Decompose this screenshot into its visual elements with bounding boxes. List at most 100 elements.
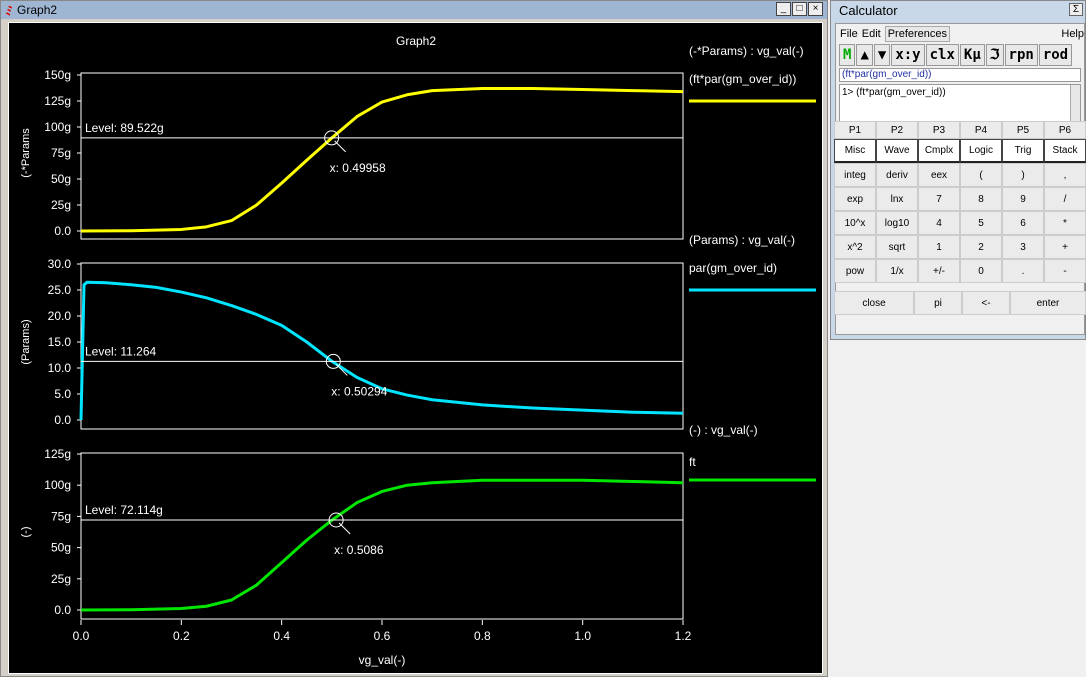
y-tick-label: 0.0 [54, 413, 71, 427]
menu-file[interactable]: File [840, 28, 858, 40]
y-tick-label: 125g [44, 447, 71, 461]
calc-key-[interactable]: <- [962, 291, 1010, 315]
series-line [80, 87, 684, 233]
calc-key-close[interactable]: close [834, 291, 914, 315]
bottom-keys: close pi <- enter [834, 291, 1086, 315]
calc-key[interactable]: 10^x [834, 211, 876, 235]
series-line [79, 280, 684, 421]
toolbar-button[interactable]: x:y [891, 44, 925, 66]
toolbar-button[interactable]: Kμ [959, 44, 985, 66]
panel-title: (Params) : vg_val(-) [689, 233, 795, 247]
legend-label: par(gm_over_id) [689, 261, 777, 275]
calc-key[interactable]: P3 [918, 121, 960, 139]
calc-key[interactable]: P4 [960, 121, 1002, 139]
menu-help[interactable]: Help [1061, 28, 1084, 40]
calc-key[interactable]: 6 [1002, 211, 1044, 235]
calc-key[interactable]: P6 [1044, 121, 1086, 139]
x-tick-label: 0.2 [173, 629, 190, 643]
legend-label: (ft*par(gm_over_id)) [689, 72, 796, 86]
calc-key[interactable]: + [1044, 235, 1086, 259]
menu-bar: File Edit Preferences Help [836, 24, 1084, 44]
toolbar-button[interactable]: ℑ [985, 44, 1004, 66]
calculator-close-button[interactable]: Σ [1068, 3, 1083, 16]
graph-title: Graph2 [396, 34, 436, 48]
y-tick-label: 5.0 [54, 387, 71, 401]
calc-key[interactable]: ) [1002, 163, 1044, 187]
expression-input[interactable]: (ft*par(gm_over_id)) [839, 68, 1081, 82]
x-tick-label: 1.0 [574, 629, 591, 643]
calc-key[interactable]: 1 [918, 235, 960, 259]
y-axis-label: (-) [20, 527, 32, 538]
y-tick-label: 30.0 [48, 257, 72, 271]
calc-key[interactable]: +/- [918, 259, 960, 283]
calc-key[interactable]: Wave [876, 139, 918, 163]
toolbar-button[interactable]: clx [925, 44, 959, 66]
calc-key[interactable]: exp [834, 187, 876, 211]
key-grid: P1 P2 P3 P4 P5 P6 Misc Wave Cmplx Logic Trig Stack i… [834, 121, 1086, 283]
calc-key-pi[interactable]: pi [914, 291, 962, 315]
calc-key[interactable]: . [1002, 259, 1044, 283]
level-label: Level: 72.114g [85, 503, 163, 517]
calc-key[interactable]: Trig [1002, 139, 1044, 163]
calc-key[interactable]: P2 [876, 121, 918, 139]
calc-key[interactable]: 3 [1002, 235, 1044, 259]
calc-key[interactable]: sqrt [876, 235, 918, 259]
toolbar-button[interactable]: rpn [1004, 44, 1038, 66]
calc-key[interactable]: 7 [918, 187, 960, 211]
calc-key[interactable]: - [1044, 259, 1086, 283]
toolbar-button[interactable]: rod [1038, 44, 1073, 66]
calc-key[interactable]: * [1044, 211, 1086, 235]
calc-key[interactable]: P1 [834, 121, 876, 139]
calc-key[interactable]: 4 [918, 211, 960, 235]
y-tick-label: 20.0 [48, 309, 72, 323]
calc-key[interactable]: , [1044, 163, 1086, 187]
panel-frame [80, 452, 684, 620]
calc-key[interactable]: 2 [960, 235, 1002, 259]
toolbar-button[interactable]: ▼ [873, 44, 891, 66]
calc-key[interactable]: lnx [876, 187, 918, 211]
x-axis-label: vg_val(-) [359, 653, 406, 667]
panel-title: (-) : vg_val(-) [689, 423, 758, 437]
calc-key-enter[interactable]: enter [1010, 291, 1086, 315]
menu-edit[interactable]: Edit [862, 28, 881, 40]
calc-key[interactable]: 9 [1002, 187, 1044, 211]
maximize-button[interactable]: □ [792, 2, 807, 16]
calc-key[interactable]: 5 [960, 211, 1002, 235]
stack-line: 1> (ft*par(gm_over_id)) [842, 87, 946, 98]
calc-key[interactable]: 0 [960, 259, 1002, 283]
marker-arrow [334, 140, 346, 153]
calc-key[interactable]: eex [918, 163, 960, 187]
calc-key[interactable]: P5 [1002, 121, 1044, 139]
calc-key[interactable]: 8 [960, 187, 1002, 211]
x-marker-label: x: 0.5086 [334, 543, 384, 557]
calc-key[interactable]: Stack [1044, 139, 1086, 163]
x-tick-label: 0.6 [374, 629, 391, 643]
y-tick-label: 75g [51, 146, 71, 160]
calc-key[interactable]: Logic [960, 139, 1002, 163]
calc-key[interactable]: x^2 [834, 235, 876, 259]
y-tick-label: 100g [44, 120, 71, 134]
toolbar-button[interactable]: ▲ [856, 44, 873, 66]
toolbar-button[interactable]: M [839, 44, 856, 66]
y-tick-label: 100g [44, 478, 71, 492]
calc-key[interactable]: log10 [876, 211, 918, 235]
calculator-toolbar: M ▲ ▼ x:y clx Kμ ℑrpn rod [836, 44, 1084, 66]
marker-arrow [338, 522, 351, 535]
x-tick-label: 1.2 [675, 629, 692, 643]
calc-key[interactable]: ( [960, 163, 1002, 187]
graph-canvas[interactable]: Graph2 0.0 25g 50g 75g 100g 125g 150g (-*Params (… [9, 23, 824, 675]
minimize-button[interactable]: _ [776, 2, 791, 16]
calc-key[interactable]: Misc [834, 139, 876, 163]
calc-key[interactable]: Cmplx [918, 139, 960, 163]
graph-title-bar: ﾐ Graph2 _ □ × [1, 1, 827, 19]
calc-key[interactable]: pow [834, 259, 876, 283]
close-button[interactable]: × [808, 2, 823, 16]
calc-key[interactable]: deriv [876, 163, 918, 187]
calc-key[interactable]: 1/x [876, 259, 918, 283]
calc-key[interactable]: integ [834, 163, 876, 187]
menu-preferences[interactable]: Preferences [884, 26, 951, 42]
window-title: Graph2 [17, 3, 58, 17]
level-label: Level: 89.522g [85, 121, 164, 135]
plot-area[interactable]: Graph2 0.0 25g 50g 75g 100g 125g 150g (-*Params (… [8, 22, 823, 674]
calc-key[interactable]: / [1044, 187, 1086, 211]
